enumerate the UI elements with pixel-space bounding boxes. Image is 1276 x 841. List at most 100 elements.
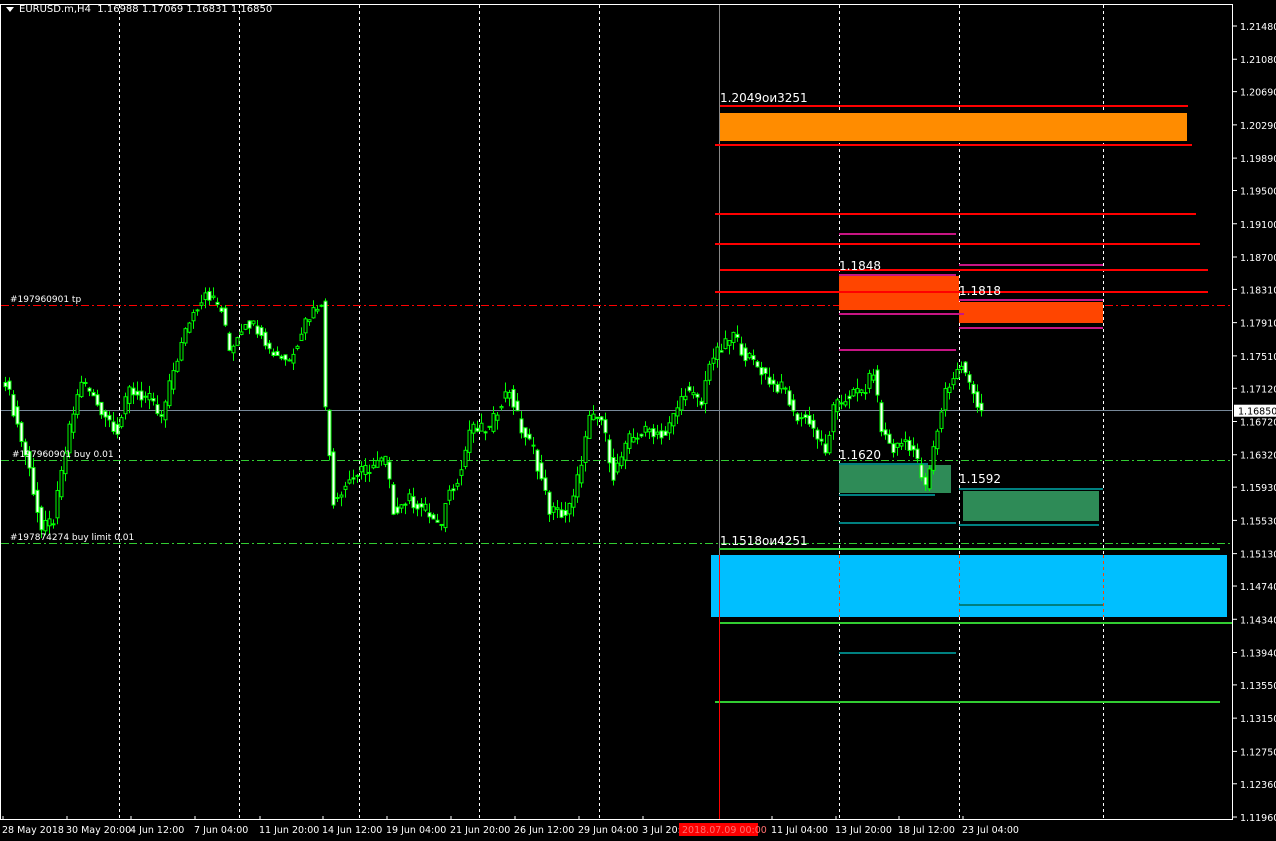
candle: [751, 349, 756, 366]
candle: [151, 392, 156, 406]
candle-body: [503, 391, 508, 399]
candle: [895, 442, 900, 456]
candle-body: [615, 462, 620, 473]
candle-body: [203, 292, 208, 301]
candle: [907, 436, 912, 457]
candle-body: [923, 476, 928, 486]
candle: [235, 336, 240, 346]
candle-body: [707, 363, 712, 381]
candle-body: [915, 448, 920, 460]
candle: [939, 407, 944, 433]
candle: [323, 298, 328, 411]
candle-body: [171, 370, 176, 390]
candle: [303, 317, 308, 341]
candle-body: [607, 439, 612, 464]
candle: [255, 320, 260, 338]
candle: [315, 305, 320, 314]
candle-body: [979, 402, 984, 412]
candle-body: [647, 428, 652, 433]
candle-body: [899, 442, 904, 447]
candle-body: [267, 342, 272, 350]
candle-body: [167, 380, 172, 407]
candle-body: [379, 457, 384, 462]
candle: [595, 416, 600, 426]
candle-body: [135, 390, 140, 396]
candle-body: [375, 460, 380, 468]
support-zone-right[interactable]: [963, 491, 1099, 521]
candle-body: [215, 301, 220, 305]
candle: [615, 453, 620, 475]
candle-body: [139, 390, 144, 401]
candle: [571, 488, 576, 517]
candle-body: [867, 372, 872, 389]
candle-body: [803, 414, 808, 418]
candle-body: [11, 394, 16, 417]
candle-body: [35, 489, 40, 513]
candle-body: [419, 503, 424, 508]
candle: [691, 386, 696, 399]
candle: [299, 327, 304, 342]
support-zone-bottom[interactable]: [711, 555, 1227, 617]
candle-body: [911, 445, 916, 451]
time-tick-label: 19 Jun 04:00: [386, 825, 446, 836]
time-tick-label: 30 May 20:00: [66, 825, 131, 836]
candle: [971, 380, 976, 404]
candle-body: [487, 425, 492, 428]
candle: [119, 414, 124, 429]
candle: [567, 502, 572, 523]
candle-body: [71, 413, 76, 433]
candle: [347, 470, 352, 485]
candle-body: [687, 386, 692, 392]
candle-body: [567, 502, 572, 515]
candle-body: [191, 311, 196, 322]
resistance-zone-top[interactable]: [720, 113, 1187, 141]
candle: [55, 481, 60, 525]
candle-body: [827, 434, 832, 454]
price-tick-label: 1.20290: [1240, 121, 1276, 132]
candle: [827, 431, 832, 455]
candle-body: [875, 369, 880, 396]
candle-body: [7, 380, 12, 390]
candle-body: [183, 328, 188, 344]
candle: [747, 352, 752, 360]
candle: [495, 412, 500, 430]
time-tick-label: 21 Jun 20:00: [450, 825, 510, 836]
candle: [275, 346, 280, 357]
candle-body: [399, 504, 404, 509]
collapse-triangle-icon[interactable]: [6, 6, 14, 12]
candle: [87, 386, 92, 397]
candle-body: [883, 429, 888, 436]
candle: [355, 474, 360, 483]
candle-body: [39, 506, 44, 531]
candle-body: [691, 392, 696, 396]
candle-body: [439, 523, 444, 526]
candle: [711, 348, 716, 371]
candle: [507, 389, 512, 407]
candle-body: [935, 430, 940, 450]
candle: [583, 430, 588, 472]
price-tick-label: 1.12750: [1240, 747, 1276, 758]
candle-body: [111, 421, 116, 432]
candle-body: [947, 386, 952, 394]
candle-body: [479, 422, 484, 432]
candle: [663, 426, 668, 436]
resistance-zone-right[interactable]: [959, 302, 1103, 323]
candle-body: [79, 381, 84, 398]
candle: [659, 423, 664, 445]
candle: [251, 320, 256, 327]
candle-body: [523, 427, 528, 438]
candle-body: [699, 400, 704, 406]
candle-body: [427, 512, 432, 518]
candle-body: [243, 324, 248, 330]
candle: [719, 343, 724, 353]
candle: [195, 308, 200, 316]
candle: [43, 510, 48, 536]
candle-body: [115, 423, 120, 435]
candle-body: [43, 519, 48, 532]
price-axis[interactable]: 1.21480 1.21080 1.20690 1.20290 1.19890 1.195…: [1233, 22, 1276, 824]
candle-body: [771, 379, 776, 385]
candle: [311, 300, 316, 319]
candle: [379, 456, 384, 466]
candle: [903, 431, 908, 451]
price-chart[interactable]: 1.2049ои3251 1.1848 1.1818 1.1620 1.1592…: [0, 0, 1276, 841]
